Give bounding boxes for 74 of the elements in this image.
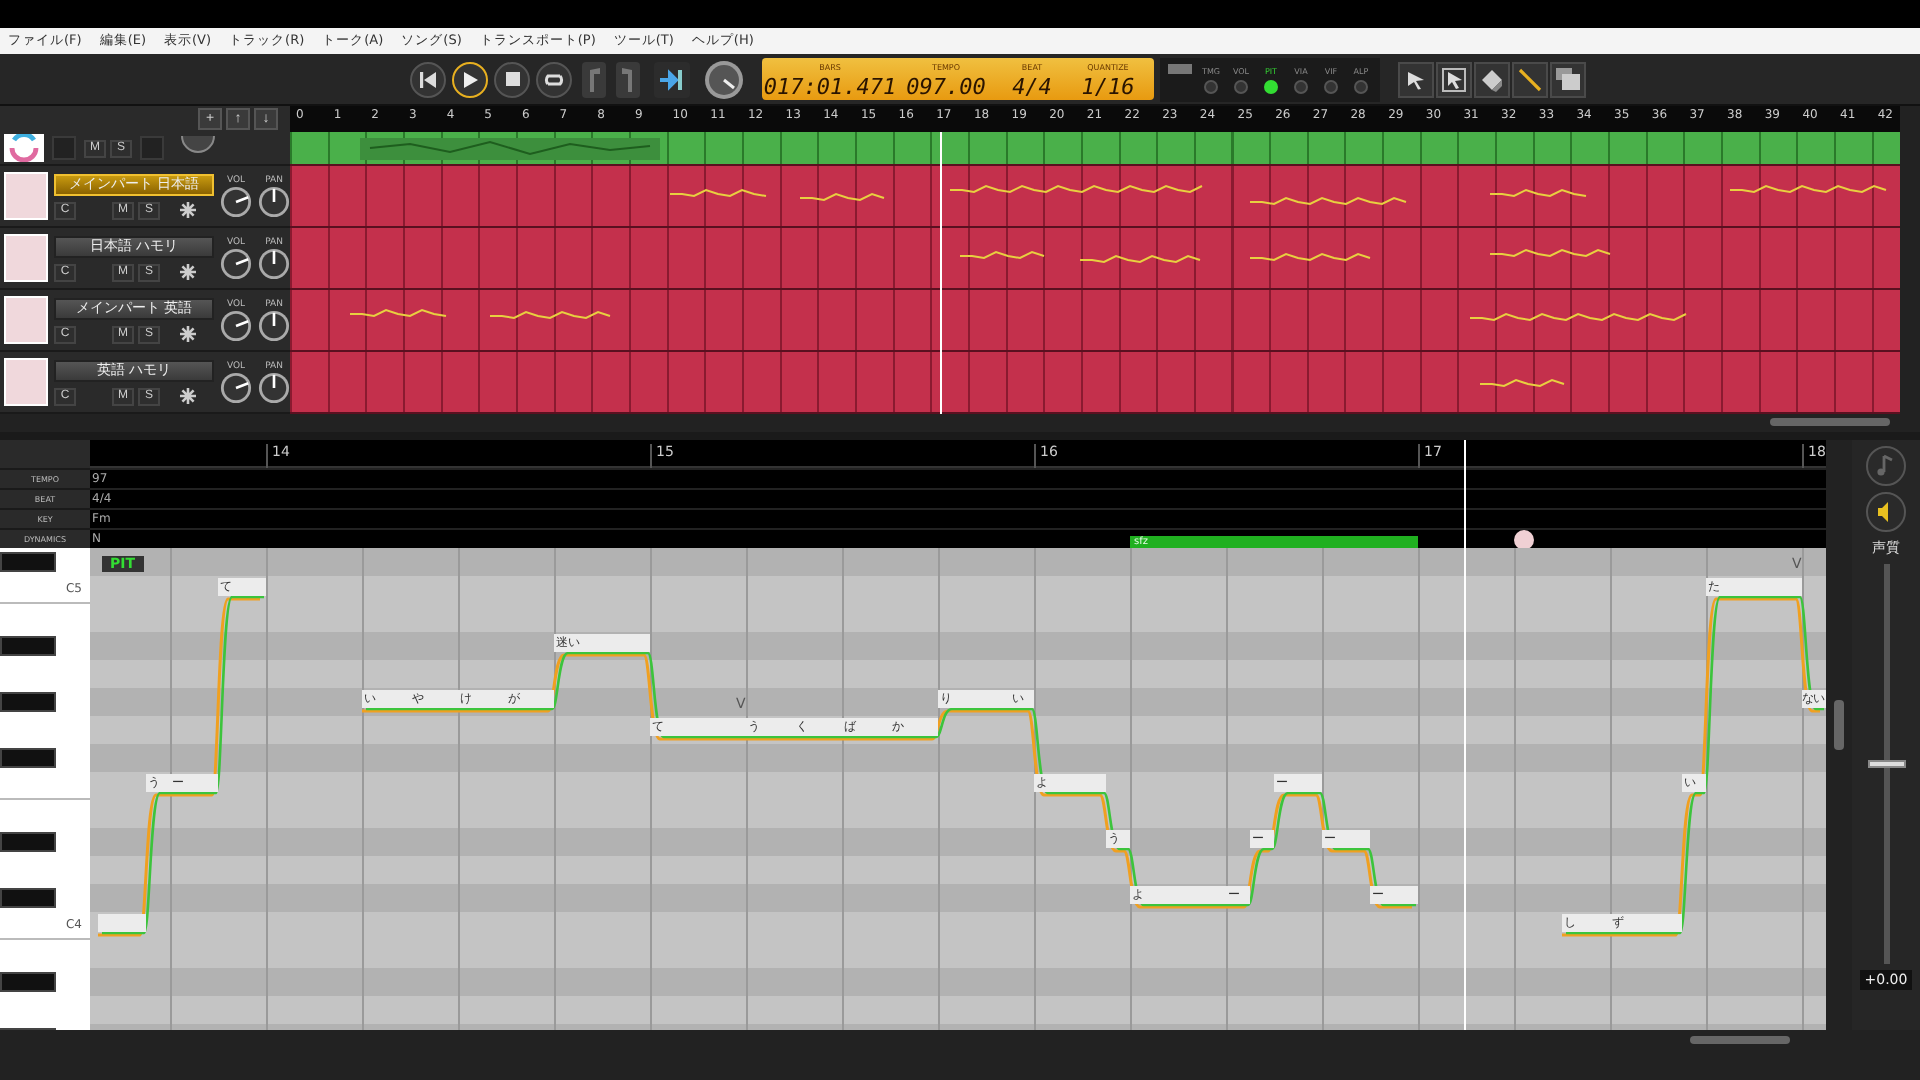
display-value: 1/16 xyxy=(1081,74,1135,100)
avatar-placeholder xyxy=(4,234,48,282)
parameter-toggle[interactable] xyxy=(1204,79,1218,93)
note-squiggle-drawing xyxy=(349,308,447,318)
asterisk-icon[interactable] xyxy=(180,264,196,280)
knob-icon[interactable] xyxy=(220,247,252,279)
avatar-placeholder xyxy=(4,172,48,220)
knob-icon[interactable] xyxy=(258,185,290,217)
note-squiggle-drawing xyxy=(1249,252,1371,262)
display-value: 4/4 xyxy=(1012,74,1052,100)
follow-icon[interactable] xyxy=(654,61,690,97)
dial-knob-icon[interactable] xyxy=(704,59,744,99)
ring-logo-icon xyxy=(4,134,44,162)
bracket-icon[interactable] xyxy=(582,61,606,97)
note-squiggle-drawing xyxy=(669,188,767,198)
knob-icon[interactable] xyxy=(258,247,290,279)
knob-icon[interactable] xyxy=(258,371,290,403)
loop-button[interactable] xyxy=(536,61,572,97)
voice-lane[interactable] xyxy=(290,166,1900,228)
pointer-icon xyxy=(1406,69,1426,89)
avatar-placeholder xyxy=(4,296,48,344)
singer-avatar-icon[interactable] xyxy=(1514,530,1534,550)
parameter-toggle[interactable] xyxy=(1234,79,1248,93)
scroll-thumb[interactable] xyxy=(1690,1036,1790,1044)
start-button[interactable] xyxy=(410,61,446,97)
layers-tool-button[interactable] xyxy=(1550,61,1586,97)
speaker-icon[interactable] xyxy=(1866,492,1906,532)
mode-tab[interactable] xyxy=(1168,63,1192,73)
loop-icon xyxy=(544,71,564,87)
note-squiggle-drawing xyxy=(489,310,611,320)
scrollbar[interactable] xyxy=(0,1030,1920,1080)
asterisk-icon[interactable] xyxy=(180,326,196,342)
avatar-placeholder xyxy=(4,358,48,406)
stop-button[interactable] xyxy=(494,61,530,97)
stop-icon xyxy=(505,72,519,86)
note-squiggle-drawing xyxy=(1479,378,1565,388)
layers-icon xyxy=(1556,68,1580,90)
note-squiggle-drawing xyxy=(1489,248,1611,258)
note-squiggle-drawing xyxy=(1079,254,1201,264)
scrollbar[interactable] xyxy=(1826,440,1852,1030)
eraser-icon xyxy=(1480,67,1504,91)
empty-slot xyxy=(140,136,164,160)
note-squiggle-drawing xyxy=(799,192,885,202)
knob-icon[interactable] xyxy=(220,371,252,403)
display-value: 097.00 xyxy=(906,74,986,100)
scroll-thumb[interactable] xyxy=(1834,700,1844,750)
play-button[interactable] xyxy=(452,61,488,97)
eraser-tool-button[interactable] xyxy=(1474,61,1510,97)
note-squiggle-drawing xyxy=(959,250,1045,260)
scrollbar[interactable] xyxy=(0,414,1920,440)
line-icon xyxy=(1518,67,1542,91)
parameter-toggle[interactable] xyxy=(1294,79,1308,93)
knob-icon[interactable] xyxy=(220,309,252,341)
playhead-line[interactable] xyxy=(1463,440,1466,1030)
select-pointer-icon xyxy=(1442,67,1466,91)
parameter-toggle[interactable] xyxy=(1354,79,1368,93)
slider-thumb[interactable] xyxy=(1867,760,1905,768)
parameter-toggle[interactable] xyxy=(1264,79,1278,93)
bracket-icon[interactable] xyxy=(616,61,640,97)
asterisk-icon[interactable] xyxy=(180,202,196,218)
knob-icon[interactable] xyxy=(220,185,252,217)
knob-icon[interactable] xyxy=(258,309,290,341)
asterisk-icon[interactable] xyxy=(180,388,196,404)
note-squiggle-drawing xyxy=(1489,188,1587,198)
select-tool-button[interactable] xyxy=(1436,61,1472,97)
arrow-tool-button[interactable] xyxy=(1398,61,1434,97)
pencil-tool-button[interactable] xyxy=(1512,61,1548,97)
parameter-toggle[interactable] xyxy=(1324,79,1338,93)
scroll-thumb[interactable] xyxy=(1770,418,1890,426)
skip-back-icon xyxy=(420,71,436,87)
audio-lane[interactable] xyxy=(290,132,1900,166)
play-icon xyxy=(462,71,478,87)
display-value: 017:01.471 xyxy=(763,74,897,100)
empty-slot xyxy=(52,136,76,160)
